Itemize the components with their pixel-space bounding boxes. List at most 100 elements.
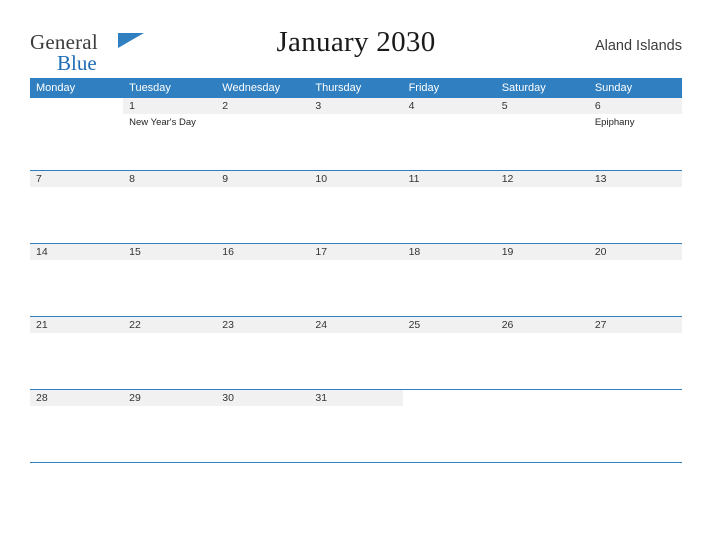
weekday-header-saturday: Saturday	[495, 78, 589, 98]
calendar-day-cell[interactable]: 14	[30, 243, 124, 317]
calendar-day-cell[interactable]: 29	[123, 389, 217, 463]
day-event	[123, 406, 216, 409]
calendar-day-cell[interactable]: 26	[495, 316, 589, 390]
calendar-week-row: 21 22 23 24 25 26 27	[30, 316, 682, 390]
calendar-day-cell[interactable]: 20	[588, 243, 682, 317]
calendar-day-cell[interactable]: 16	[216, 243, 310, 317]
day-event	[30, 333, 123, 336]
day-event	[30, 114, 123, 117]
day-number: 1	[123, 98, 217, 114]
day-number: 28	[30, 390, 124, 406]
day-number: 9	[216, 171, 310, 187]
day-number: 14	[30, 244, 124, 260]
day-number: 2	[216, 98, 310, 114]
day-number: 6	[588, 98, 682, 114]
day-event: New Year's Day	[129, 117, 196, 128]
weekday-header-monday: Monday	[30, 78, 124, 98]
calendar-day-cell[interactable]: 2	[216, 98, 310, 171]
day-event	[216, 114, 309, 117]
day-number: 11	[402, 171, 496, 187]
day-number: 29	[123, 390, 217, 406]
day-number: 23	[216, 317, 310, 333]
calendar-day-cell[interactable]: 19	[495, 243, 589, 317]
day-event	[30, 260, 123, 263]
day-event	[403, 333, 496, 336]
weekday-header-tuesday: Tuesday	[123, 78, 217, 98]
day-event	[496, 260, 589, 263]
calendar-day-cell[interactable]: 13	[588, 170, 682, 244]
day-event	[123, 260, 216, 263]
day-number: 15	[123, 244, 217, 260]
calendar-day-cell[interactable]: 4	[402, 98, 496, 171]
calendar-day-cell[interactable]	[588, 389, 682, 463]
day-number: 5	[495, 98, 589, 114]
day-event	[496, 406, 589, 409]
calendar-body: 1 New Year's Day 2 3 4 5 6 Epiphany 7 8 9 …	[30, 98, 682, 463]
day-event	[403, 260, 496, 263]
day-event	[30, 187, 123, 190]
calendar-day-cell[interactable]: 3	[309, 98, 403, 171]
day-event	[403, 406, 496, 409]
day-event	[309, 187, 402, 190]
calendar-day-cell[interactable]: 18	[402, 243, 496, 317]
day-event	[30, 406, 123, 409]
calendar-day-cell[interactable]: 31	[309, 389, 403, 463]
calendar-week-row: 1 New Year's Day 2 3 4 5 6 Epiphany	[30, 98, 682, 171]
day-number	[30, 98, 124, 114]
day-event	[309, 114, 402, 117]
day-number: 18	[402, 244, 496, 260]
calendar-day-cell[interactable]: 24	[309, 316, 403, 390]
calendar-day-cell[interactable]: 23	[216, 316, 310, 390]
calendar-day-cell[interactable]: 9	[216, 170, 310, 244]
calendar-day-cell[interactable]: 30	[216, 389, 310, 463]
calendar-page: General Blue January 2030 Aland Islands …	[0, 0, 712, 550]
day-number	[588, 390, 682, 406]
day-number: 27	[588, 317, 682, 333]
day-number	[402, 390, 496, 406]
day-number: 21	[30, 317, 124, 333]
day-event	[123, 333, 216, 336]
calendar-day-cell[interactable]: 1 New Year's Day	[123, 98, 217, 171]
day-number: 17	[309, 244, 403, 260]
calendar-day-cell[interactable]: 28	[30, 389, 124, 463]
day-event	[309, 333, 402, 336]
calendar-day-cell[interactable]: 15	[123, 243, 217, 317]
day-event	[309, 260, 402, 263]
calendar-day-cell[interactable]: 27	[588, 316, 682, 390]
day-number: 30	[216, 390, 310, 406]
calendar-day-cell[interactable]: 11	[402, 170, 496, 244]
weekday-header-thursday: Thursday	[309, 78, 403, 98]
day-event	[216, 333, 309, 336]
calendar-day-cell[interactable]	[402, 389, 496, 463]
day-event	[309, 406, 402, 409]
calendar-day-cell[interactable]	[495, 389, 589, 463]
day-number: 12	[495, 171, 589, 187]
calendar-day-cell[interactable]: 6 Epiphany	[588, 98, 682, 171]
calendar-day-cell[interactable]: 7	[30, 170, 124, 244]
day-event	[496, 187, 589, 190]
calendar-day-cell[interactable]	[30, 98, 124, 171]
day-number: 16	[216, 244, 310, 260]
day-number: 13	[588, 171, 682, 187]
day-event	[496, 333, 589, 336]
weekday-header-sunday: Sunday	[588, 78, 682, 98]
day-event	[403, 114, 496, 117]
calendar-day-cell[interactable]: 8	[123, 170, 217, 244]
calendar-day-cell[interactable]: 5	[495, 98, 589, 171]
calendar-day-cell[interactable]: 10	[309, 170, 403, 244]
page-title: January 2030	[276, 26, 436, 58]
day-event: Epiphany	[594, 117, 635, 128]
calendar-week-row: 28 29 30 31	[30, 389, 682, 463]
day-number: 3	[309, 98, 403, 114]
calendar-day-cell[interactable]: 22	[123, 316, 217, 390]
day-number: 20	[588, 244, 682, 260]
calendar-day-cell[interactable]: 17	[309, 243, 403, 317]
calendar-day-cell[interactable]: 21	[30, 316, 124, 390]
calendar-grid: Monday Tuesday Wednesday Thursday Friday…	[30, 78, 682, 463]
calendar-day-cell[interactable]: 12	[495, 170, 589, 244]
calendar-day-cell[interactable]: 25	[402, 316, 496, 390]
day-number: 25	[402, 317, 496, 333]
day-event	[216, 406, 309, 409]
day-event	[123, 187, 216, 190]
day-number: 22	[123, 317, 217, 333]
